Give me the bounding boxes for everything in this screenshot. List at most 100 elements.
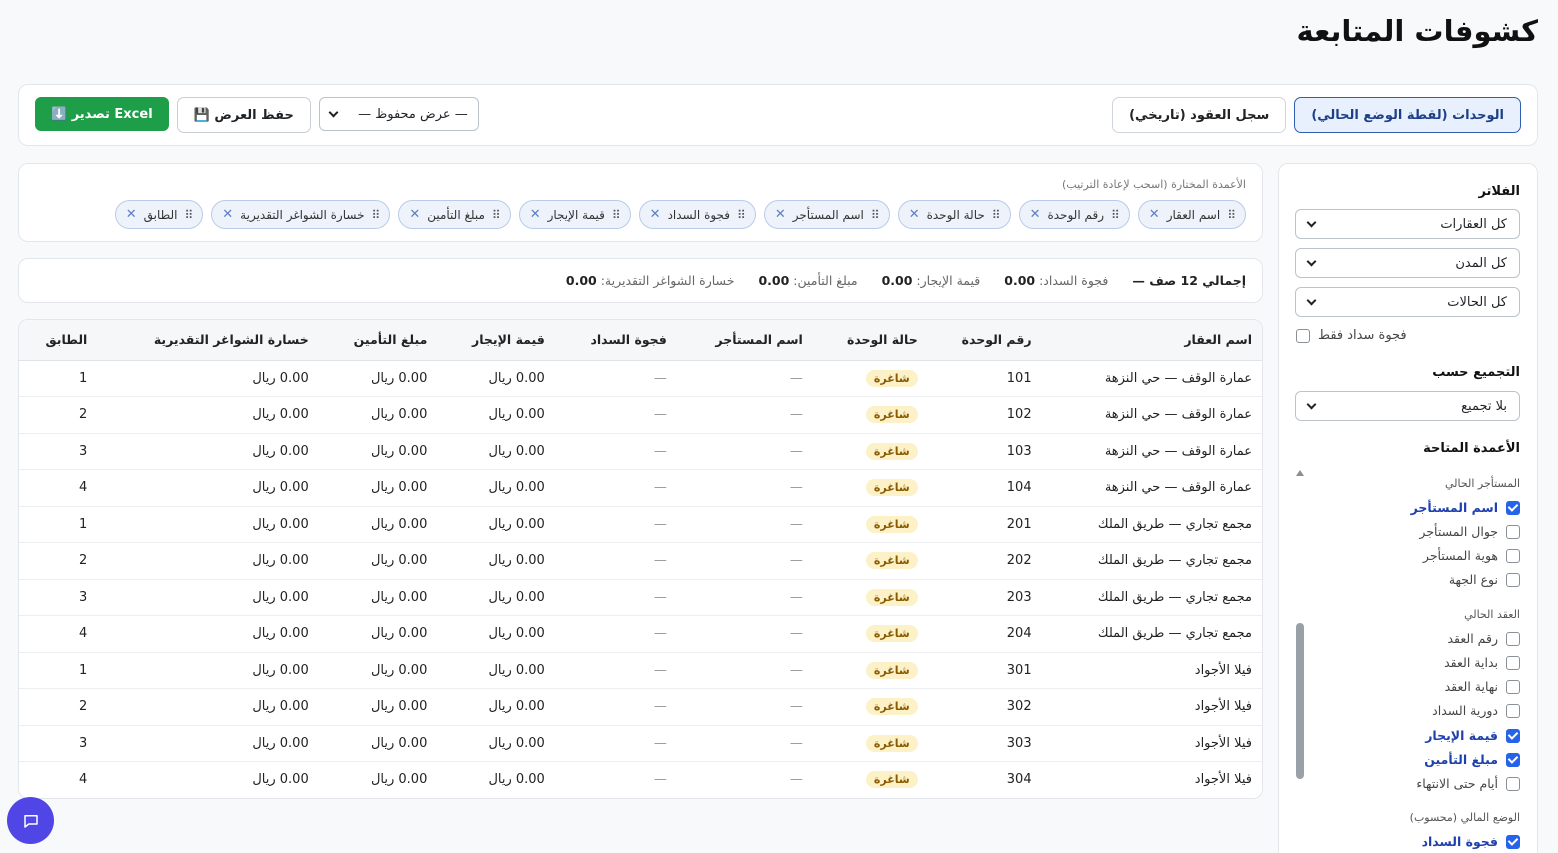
column-header[interactable]: اسم المستأجر bbox=[676, 320, 813, 361]
table-body: عمارة الوقف — حي النزهة 101 شاغرة — — 0.00 ري… bbox=[19, 360, 1262, 798]
column-checkbox[interactable] bbox=[1506, 524, 1520, 539]
drag-handle-icon[interactable]: ⠿ bbox=[372, 208, 381, 222]
chat-button[interactable] bbox=[7, 797, 54, 844]
save-view-button[interactable]: 💾 حفظ العرض bbox=[176, 97, 311, 133]
drag-handle-icon[interactable]: ⠿ bbox=[492, 208, 501, 222]
selected-column-chip[interactable]: ⠿ الطابق ✕ bbox=[114, 200, 204, 229]
column-option[interactable]: نوع الجهة bbox=[1449, 572, 1520, 587]
drag-handle-icon[interactable]: ⠿ bbox=[612, 208, 621, 222]
table-cell: 0.00 ريال bbox=[370, 699, 428, 715]
tab-units-snapshot[interactable]: الوحدات (لقطة الوضع الحالي) bbox=[1294, 97, 1521, 133]
table-cell: — bbox=[789, 735, 803, 751]
column-checkbox[interactable] bbox=[1506, 703, 1520, 718]
column-checkbox[interactable] bbox=[1506, 655, 1520, 670]
table-row[interactable]: فيلا الأجواد 301 شاغرة — — 0.00 ريال 0.00 ريال… bbox=[19, 652, 1262, 689]
city-filter-select[interactable]: كل المدن bbox=[1295, 248, 1520, 278]
selected-column-chip[interactable]: ⠿ خسارة الشواغر التقديرية ✕ bbox=[211, 200, 391, 229]
column-option[interactable]: جوال المستأجر bbox=[1419, 524, 1520, 539]
column-checkbox[interactable] bbox=[1506, 548, 1520, 563]
group-by-select[interactable]: بلا تجميع bbox=[1295, 391, 1520, 421]
column-checkbox[interactable] bbox=[1506, 500, 1520, 515]
selected-column-chip[interactable]: ⠿ مبلغ التأمين ✕ bbox=[398, 200, 511, 229]
column-option[interactable]: فجوة السداد bbox=[1422, 834, 1520, 849]
columns-scrollbar[interactable] bbox=[1295, 470, 1305, 853]
close-icon[interactable]: ✕ bbox=[530, 207, 541, 222]
table-row[interactable]: مجمع تجاري — طريق الملك 201 شاغرة — — 0.00 ري… bbox=[19, 506, 1262, 543]
drag-handle-icon[interactable]: ⠿ bbox=[1111, 208, 1120, 222]
status-cell: شاغرة bbox=[813, 652, 928, 689]
property-filter-select[interactable]: كل العقارات bbox=[1295, 209, 1520, 239]
selected-column-chip[interactable]: ⠿ قيمة الإيجار ✕ bbox=[518, 200, 631, 229]
close-icon[interactable]: ✕ bbox=[650, 207, 661, 222]
table-row[interactable]: عمارة الوقف — حي النزهة 103 شاغرة — — 0.00 ري… bbox=[19, 433, 1262, 470]
column-option[interactable]: بداية العقد bbox=[1444, 655, 1520, 670]
close-icon[interactable]: ✕ bbox=[909, 207, 920, 222]
summary-item-value: 0.00 bbox=[1004, 273, 1036, 288]
drag-handle-icon[interactable]: ⠿ bbox=[1227, 208, 1236, 222]
payment-gap-only-filter[interactable]: فجوة سداد فقط bbox=[1296, 328, 1407, 343]
table-cell: 0.00 ريال bbox=[370, 480, 428, 496]
table-row[interactable]: فيلا الأجواد 304 شاغرة — — 0.00 ريال 0.00 ريال… bbox=[19, 762, 1262, 798]
saved-view-select[interactable]: — عرض محفوظ — bbox=[318, 97, 479, 131]
close-icon[interactable]: ✕ bbox=[1149, 207, 1160, 222]
tab-contracts-history[interactable]: سجل العقود (تاريخي) bbox=[1112, 97, 1287, 133]
selected-column-chip[interactable]: ⠿ فجوة السداد ✕ bbox=[638, 200, 756, 229]
column-option[interactable]: اسم المستأجر bbox=[1411, 500, 1520, 515]
table-row[interactable]: فيلا الأجواد 303 شاغرة — — 0.00 ريال 0.00 ريال… bbox=[19, 725, 1262, 762]
table-row[interactable]: مجمع تجاري — طريق الملك 204 شاغرة — — 0.00 ري… bbox=[19, 616, 1262, 652]
column-header[interactable]: اسم العقار bbox=[1041, 320, 1262, 361]
chevron-down-icon bbox=[328, 107, 339, 117]
close-icon[interactable]: ✕ bbox=[222, 207, 233, 222]
table-row[interactable]: مجمع تجاري — طريق الملك 202 شاغرة — — 0.00 ري… bbox=[19, 543, 1262, 579]
column-header[interactable]: حالة الوحدة bbox=[812, 320, 928, 361]
table-row[interactable]: فيلا الأجواد 302 شاغرة — — 0.00 ريال 0.00 ريال… bbox=[19, 689, 1262, 725]
selected-column-chip[interactable]: ⠿ اسم العقار ✕ bbox=[1137, 200, 1246, 229]
export-excel-button[interactable]: ⬇️ تصدير Excel bbox=[35, 97, 169, 131]
scroll-up-icon[interactable] bbox=[1296, 470, 1304, 476]
report-tabs: الوحدات (لقطة الوضع الحالي) سجل العقود (… bbox=[1112, 97, 1521, 133]
column-option[interactable]: أيام حتى الانتهاء bbox=[1416, 776, 1520, 791]
drag-handle-icon[interactable]: ⠿ bbox=[992, 208, 1001, 222]
column-option[interactable]: قيمة الإيجار bbox=[1425, 728, 1520, 743]
toolbar-actions: ⬇️ تصدير Excel 💾 حفظ العرض — عرض محفوظ — bbox=[35, 97, 479, 133]
table-row[interactable]: عمارة الوقف — حي النزهة 102 شاغرة — — 0.00 ري… bbox=[19, 397, 1262, 433]
column-option[interactable]: نهاية العقد bbox=[1445, 679, 1520, 694]
table-row[interactable]: عمارة الوقف — حي النزهة 104 شاغرة — — 0.00 ري… bbox=[19, 470, 1262, 506]
column-checkbox[interactable] bbox=[1506, 631, 1520, 646]
drag-handle-icon[interactable]: ⠿ bbox=[737, 208, 746, 222]
selected-column-chip[interactable]: ⠿ رقم الوحدة ✕ bbox=[1018, 200, 1130, 229]
drag-handle-icon[interactable]: ⠿ bbox=[184, 208, 193, 222]
column-header[interactable]: رقم الوحدة bbox=[927, 320, 1042, 361]
column-checkbox[interactable] bbox=[1506, 834, 1520, 849]
column-header[interactable]: الطابق bbox=[19, 320, 98, 361]
table-cell: 1 bbox=[79, 662, 88, 678]
column-checkbox[interactable] bbox=[1506, 776, 1520, 791]
column-option[interactable]: رقم العقد bbox=[1447, 631, 1520, 646]
column-header[interactable]: خسارة الشواغر التقديرية bbox=[97, 320, 319, 361]
column-option[interactable]: مبلغ التأمين bbox=[1424, 752, 1520, 767]
column-checkbox[interactable] bbox=[1506, 752, 1520, 767]
column-header[interactable]: مبلغ التأمين bbox=[318, 320, 438, 361]
scrollbar-thumb[interactable] bbox=[1296, 623, 1304, 779]
close-icon[interactable]: ✕ bbox=[126, 207, 137, 222]
table-cell: — bbox=[653, 662, 667, 678]
column-checkbox[interactable] bbox=[1506, 728, 1520, 743]
selected-column-chip[interactable]: ⠿ اسم المستأجر ✕ bbox=[763, 200, 890, 229]
column-checkbox[interactable] bbox=[1506, 572, 1520, 587]
close-icon[interactable]: ✕ bbox=[1030, 207, 1041, 222]
column-header[interactable]: قيمة الإيجار bbox=[437, 320, 555, 361]
column-checkbox[interactable] bbox=[1506, 679, 1520, 694]
table-row[interactable]: مجمع تجاري — طريق الملك 203 شاغرة — — 0.00 ري… bbox=[19, 579, 1262, 616]
drag-handle-icon[interactable]: ⠿ bbox=[871, 208, 880, 222]
status-filter-select[interactable]: كل الحالات bbox=[1295, 287, 1520, 317]
table-cell: 0.00 ريال bbox=[488, 662, 545, 678]
close-icon[interactable]: ✕ bbox=[775, 207, 786, 222]
column-option[interactable]: هوية المستأجر bbox=[1423, 548, 1520, 563]
table-cell: مجمع تجاري — طريق الملك bbox=[1097, 589, 1252, 605]
payment-gap-only-checkbox[interactable] bbox=[1296, 328, 1310, 343]
selected-column-chip[interactable]: ⠿ حالة الوحدة ✕ bbox=[897, 200, 1011, 229]
column-header[interactable]: فجوة السداد bbox=[554, 320, 677, 361]
close-icon[interactable]: ✕ bbox=[409, 207, 420, 222]
table-row[interactable]: عمارة الوقف — حي النزهة 101 شاغرة — — 0.00 ري… bbox=[19, 360, 1262, 397]
column-option[interactable]: دورية السداد bbox=[1432, 703, 1520, 718]
